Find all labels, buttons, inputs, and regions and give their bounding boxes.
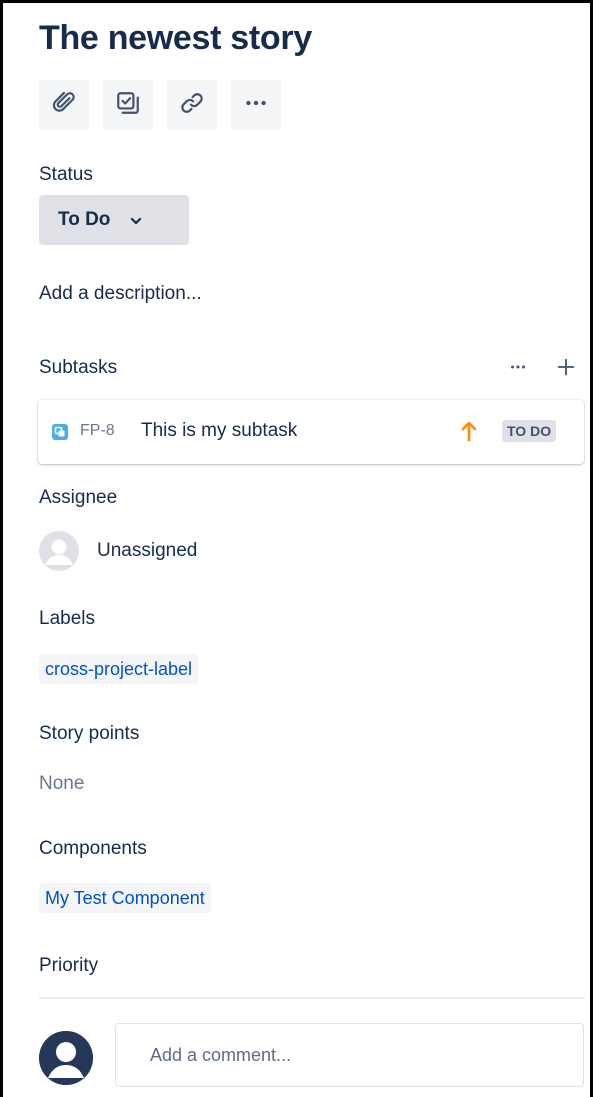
description-field[interactable]: Add a description... xyxy=(39,283,202,305)
component-lozenge[interactable]: My Test Component xyxy=(39,883,211,913)
more-horizontal-icon xyxy=(243,90,269,121)
attach-button[interactable] xyxy=(39,80,89,130)
status-label: Status xyxy=(39,164,93,185)
assignee-value: Unassigned xyxy=(97,540,198,561)
subtasks-label: Subtasks xyxy=(39,357,118,378)
components-label: Components xyxy=(39,838,147,859)
link-issue-button[interactable] xyxy=(167,80,217,130)
comment-box[interactable] xyxy=(115,1023,584,1087)
priority-label: Priority xyxy=(39,955,99,976)
plus-icon xyxy=(555,356,577,383)
add-subtask-plus-button[interactable] xyxy=(552,355,580,383)
unassigned-avatar-icon xyxy=(39,531,79,571)
status-dropdown[interactable]: To Do xyxy=(39,195,189,245)
more-actions-button[interactable] xyxy=(231,80,281,130)
issue-title[interactable]: The newest story xyxy=(39,19,312,58)
labels-label: Labels xyxy=(39,608,95,629)
subtask-key[interactable]: FP-8 xyxy=(80,422,115,440)
assignee-label: Assignee xyxy=(39,487,118,508)
issue-detail-panel: The newest story Status To Do Add a desc… xyxy=(0,0,593,1097)
status-value: To Do xyxy=(58,209,111,230)
story-points-label: Story points xyxy=(39,723,140,744)
label-lozenge[interactable]: cross-project-label xyxy=(39,654,199,684)
arrow-up-icon xyxy=(460,419,478,443)
subtask-summary[interactable]: This is my subtask xyxy=(141,420,297,442)
assignee-field[interactable]: Unassigned xyxy=(39,531,197,571)
more-horizontal-icon xyxy=(507,356,529,383)
paperclip-icon xyxy=(51,90,77,121)
user-avatar-icon xyxy=(39,1031,93,1085)
chevron-down-icon xyxy=(130,214,142,226)
add-subtask-button[interactable] xyxy=(103,80,153,130)
divider xyxy=(39,997,585,999)
subtask-checkbox-icon xyxy=(115,90,141,121)
subtask-row[interactable]: FP-8 This is my subtask TO DO xyxy=(38,400,584,464)
subtasks-more-button[interactable] xyxy=(504,355,532,383)
subtask-type-icon xyxy=(52,424,68,440)
link-icon xyxy=(179,90,205,121)
story-points-value[interactable]: None xyxy=(39,773,84,795)
subtask-status-lozenge[interactable]: TO DO xyxy=(502,420,557,442)
comment-input[interactable] xyxy=(116,1024,583,1086)
